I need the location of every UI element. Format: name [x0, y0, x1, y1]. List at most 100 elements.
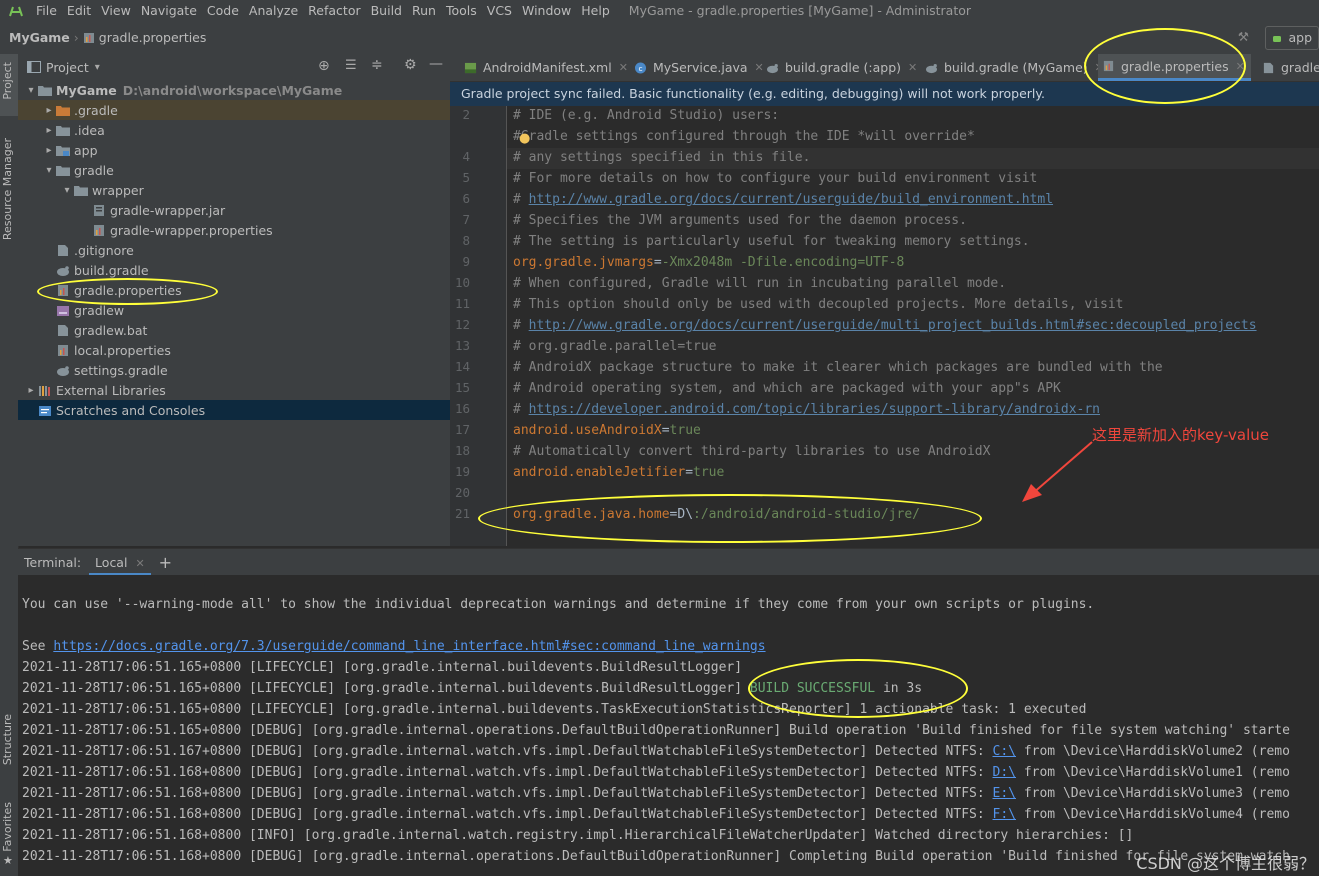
- tree-item[interactable]: Scratches and Consoles: [18, 400, 450, 420]
- intention-bulb-icon[interactable]: ●: [519, 131, 530, 146]
- menu-item-view[interactable]: View: [96, 3, 136, 18]
- editor-tab[interactable]: AndroidManifest.xml ✕: [460, 54, 634, 81]
- terminal-tab-local[interactable]: Local ✕: [89, 550, 151, 576]
- tree-item[interactable]: ▾ MyGame D:\android\workspace\MyGame: [18, 80, 450, 100]
- code-token: =: [653, 255, 662, 270]
- line-number: 5: [462, 170, 470, 185]
- highlight-ellipse-tree-file: [37, 278, 218, 305]
- menu-item-build[interactable]: Build: [366, 3, 407, 18]
- resource-manager-tool-label[interactable]: Resource Manager: [1, 138, 14, 240]
- expand-all-icon[interactable]: ☰: [345, 58, 357, 73]
- star-icon[interactable]: ★: [3, 854, 13, 867]
- terminal-line: 2021-11-28T17:06:51.165+0800 [LIFECYCLE]…: [22, 660, 742, 675]
- breadcrumb-file[interactable]: gradle.properties: [99, 30, 207, 45]
- editor-tab[interactable]: build.gradle (:app) ✕: [762, 54, 923, 81]
- minimize-icon[interactable]: —: [429, 56, 443, 72]
- hammer-icon[interactable]: ⚒: [1238, 29, 1249, 44]
- chevron-down-icon[interactable]: ▾: [24, 85, 38, 96]
- menu-item-navigate[interactable]: Navigate: [136, 3, 202, 18]
- chevron-down-icon[interactable]: ▾: [42, 165, 56, 176]
- editor-tab[interactable]: build.gradle (MyGame)✕: [921, 54, 1110, 81]
- tree-item[interactable]: local.properties: [18, 340, 450, 360]
- menu-item-vcs[interactable]: VCS: [482, 3, 517, 18]
- menu-item-run[interactable]: Run: [407, 3, 441, 18]
- project-panel-title[interactable]: Project: [46, 60, 89, 75]
- code-link[interactable]: http://www.gradle.org/docs/current/userg…: [529, 192, 1053, 207]
- chevron-right-icon[interactable]: ▸: [42, 125, 56, 136]
- menu-item-file[interactable]: File: [31, 3, 62, 18]
- chevron-right-icon[interactable]: ▸: [42, 105, 56, 116]
- menu-item-tools[interactable]: Tools: [441, 3, 482, 18]
- code-link[interactable]: https://developer.android.com/topic/libr…: [529, 402, 1100, 417]
- tree-item[interactable]: settings.gradle: [18, 360, 450, 380]
- code-link[interactable]: http://www.gradle.org/docs/current/userg…: [529, 318, 1257, 333]
- line-number: 15: [454, 380, 470, 395]
- folder-icon: [56, 124, 70, 137]
- chevron-right-icon[interactable]: ▸: [42, 145, 56, 156]
- code-line: # AndroidX package structure to make it …: [513, 360, 1163, 375]
- editor-tab[interactable]: c MyService.java ✕: [630, 54, 770, 81]
- tree-item[interactable]: build.gradle: [18, 260, 450, 280]
- run-configuration-select[interactable]: app: [1265, 26, 1319, 50]
- collapse-all-icon[interactable]: ≑: [371, 57, 383, 73]
- menu-item-help[interactable]: Help: [576, 3, 615, 18]
- code-line: android.useAndroidX=true: [513, 423, 701, 438]
- menu-item-refactor[interactable]: Refactor: [303, 3, 365, 18]
- code-line: # IDE (e.g. Android Studio) users:: [513, 108, 779, 123]
- tree-item[interactable]: ▸ .idea: [18, 120, 450, 140]
- code-line: # The setting is particularly useful for…: [513, 234, 1030, 249]
- menu-item-edit[interactable]: Edit: [62, 3, 96, 18]
- terminal-link[interactable]: D:\: [993, 765, 1016, 780]
- tree-item[interactable]: ▾ wrapper: [18, 180, 450, 200]
- close-icon[interactable]: ✕: [135, 557, 144, 570]
- line-number: 19: [454, 464, 470, 479]
- favorites-tool-label[interactable]: Favorites: [1, 802, 14, 852]
- locate-file-icon[interactable]: ⊕: [318, 58, 330, 74]
- editor-tab[interactable]: gradlew: [1258, 54, 1319, 81]
- code-token: #: [513, 402, 529, 417]
- chevron-down-icon[interactable]: ▾: [60, 185, 74, 196]
- tree-item[interactable]: gradlew.bat: [18, 320, 450, 340]
- terminal-text: 2021-11-28T17:06:51.165+0800 [LIFECYCLE]…: [22, 681, 750, 696]
- code-token: true: [693, 465, 725, 480]
- close-icon[interactable]: ✕: [908, 61, 917, 74]
- tree-item[interactable]: ▸ External Libraries: [18, 380, 450, 400]
- code-token: # The setting is particularly useful for…: [513, 234, 1030, 249]
- menu-item-window[interactable]: Window: [517, 3, 576, 18]
- terminal-link[interactable]: https://docs.gradle.org/7.3/userguide/co…: [53, 639, 765, 654]
- tree-item[interactable]: gradle-wrapper.properties: [18, 220, 450, 240]
- chevron-right-icon[interactable]: ▸: [24, 385, 38, 396]
- terminal-output[interactable]: You can use '--warning-mode all' to show…: [18, 575, 1319, 876]
- tree-item[interactable]: ▸ app: [18, 140, 450, 160]
- code-token: # For more details on how to configure y…: [513, 171, 1038, 186]
- terminal-text: 2021-11-28T17:06:51.168+0800 [DEBUG] [or…: [22, 765, 993, 780]
- gear-icon[interactable]: ⚙: [404, 57, 417, 73]
- editor-tab-label: MyService.java: [653, 60, 748, 75]
- code-editor[interactable]: # IDE (e.g. Android Studio) users: #Gradl…: [507, 106, 1319, 546]
- terminal-link[interactable]: E:\: [993, 786, 1016, 801]
- chevron-down-icon[interactable]: ▾: [95, 62, 100, 73]
- line-number: 2: [462, 107, 470, 122]
- code-token: android.enableJetifier: [513, 465, 686, 480]
- tree-item[interactable]: gradle-wrapper.jar: [18, 200, 450, 220]
- tree-item[interactable]: ▾ gradle: [18, 160, 450, 180]
- code-token: true: [669, 423, 701, 438]
- new-terminal-plus-icon[interactable]: +: [159, 553, 172, 572]
- annotation-text: 这里是新加入的key-value: [1092, 426, 1269, 444]
- left-tool-strip: Project Resource Manager Structure Favor…: [0, 54, 19, 876]
- terminal-text: You can use '--warning-mode all' to show…: [22, 597, 1095, 612]
- menu-item-code[interactable]: Code: [202, 3, 244, 18]
- tree-item-label: gradle: [74, 162, 114, 178]
- terminal-link[interactable]: F:\: [993, 807, 1016, 822]
- structure-tool-label[interactable]: Structure: [1, 714, 14, 765]
- terminal-text: 2021-11-28T17:06:51.167+0800 [DEBUG] [or…: [22, 744, 993, 759]
- terminal-link[interactable]: C:\: [993, 744, 1016, 759]
- menu-item-analyze[interactable]: Analyze: [244, 3, 303, 18]
- close-icon[interactable]: ✕: [619, 61, 628, 74]
- terminal-line: 2021-11-28T17:06:51.168+0800 [INFO] [org…: [22, 828, 1133, 843]
- file-icon: [56, 244, 70, 257]
- tree-item[interactable]: ▸ .gradle: [18, 100, 450, 120]
- tree-item[interactable]: .gitignore: [18, 240, 450, 260]
- breadcrumb-project[interactable]: MyGame: [9, 30, 70, 45]
- project-tool-label[interactable]: Project: [1, 62, 14, 100]
